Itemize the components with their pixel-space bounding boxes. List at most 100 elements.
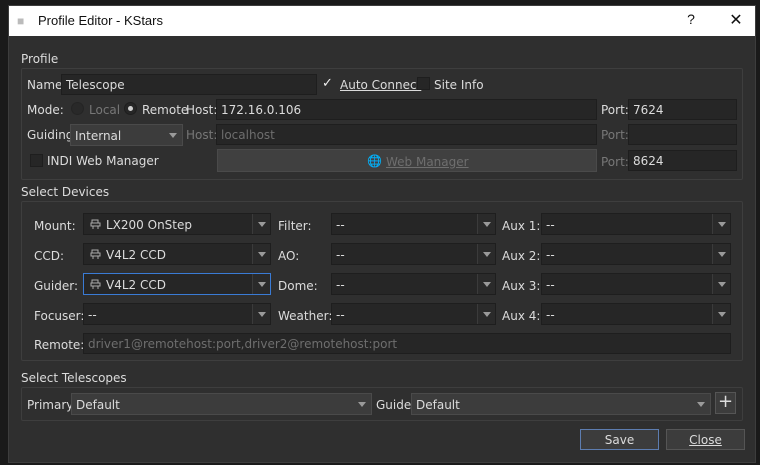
chevron-down-icon bbox=[692, 394, 710, 414]
web-port-input[interactable]: 8624 bbox=[628, 150, 737, 171]
auto-connect-label: Auto Connect bbox=[340, 78, 422, 92]
aux2-select[interactable]: -- bbox=[541, 243, 731, 265]
guide-port-label: Port: bbox=[601, 128, 629, 142]
guiding-select[interactable]: Internal bbox=[70, 124, 183, 146]
guide-telescope-label: Guide: bbox=[376, 398, 416, 412]
aux3-label: Aux 3: bbox=[502, 279, 541, 293]
window-title: Profile Editor - KStars bbox=[38, 13, 163, 28]
port-input[interactable]: 7624 bbox=[628, 99, 737, 120]
guiding-value: Internal bbox=[75, 129, 122, 143]
chevron-down-icon bbox=[252, 214, 270, 234]
devices-section-title: Select Devices bbox=[21, 185, 110, 199]
guide-telescope-select[interactable]: Default bbox=[411, 393, 711, 415]
chevron-down-icon bbox=[252, 304, 270, 324]
guide-host-input[interactable]: localhost bbox=[216, 124, 597, 145]
ccd-label: CCD: bbox=[34, 249, 65, 263]
web-manager-label: Web Manager bbox=[386, 155, 469, 169]
ccd-select[interactable]: V4L2 CCD bbox=[83, 243, 271, 265]
focuser-select[interactable]: -- bbox=[83, 303, 271, 325]
telescopes-section-title: Select Telescopes bbox=[21, 371, 127, 385]
ao-select[interactable]: -- bbox=[331, 243, 496, 265]
telescope-icon bbox=[90, 279, 101, 289]
filter-value: -- bbox=[336, 218, 345, 232]
profile-editor-window: ■ Profile Editor - KStars ? ✕ Profile Na… bbox=[8, 5, 756, 463]
aux3-select[interactable]: -- bbox=[541, 273, 731, 295]
weather-select[interactable]: -- bbox=[331, 303, 496, 325]
filter-select[interactable]: -- bbox=[331, 213, 496, 235]
aux4-label: Aux 4: bbox=[502, 309, 541, 323]
mount-label: Mount: bbox=[34, 219, 76, 233]
chevron-down-icon bbox=[477, 304, 495, 324]
aux1-select[interactable]: -- bbox=[541, 213, 731, 235]
chevron-down-icon bbox=[252, 274, 270, 294]
telescope-icon bbox=[90, 219, 101, 229]
chevron-down-icon bbox=[712, 244, 730, 264]
indi-web-manager-checkbox[interactable] bbox=[30, 154, 43, 167]
save-button[interactable]: Save bbox=[580, 429, 659, 450]
guide-telescope-value: Default bbox=[416, 398, 460, 412]
primary-label: Primary: bbox=[27, 398, 77, 412]
chevron-down-icon bbox=[712, 304, 730, 324]
filter-label: Filter: bbox=[278, 219, 312, 233]
indi-web-manager-label: INDI Web Manager bbox=[47, 154, 159, 168]
weather-value: -- bbox=[336, 308, 345, 322]
title-bar: ■ Profile Editor - KStars ? ✕ bbox=[9, 6, 755, 36]
help-button[interactable]: ? bbox=[681, 11, 701, 31]
aux1-label: Aux 1: bbox=[502, 219, 541, 233]
ccd-value: V4L2 CCD bbox=[106, 248, 166, 262]
dome-value: -- bbox=[336, 278, 345, 292]
remote-label: Remote: bbox=[34, 338, 85, 352]
aux4-value: -- bbox=[546, 308, 555, 322]
mount-select[interactable]: LX200 OnStep bbox=[83, 213, 271, 235]
close-label: Close bbox=[689, 433, 722, 447]
primary-telescope-select[interactable]: Default bbox=[71, 393, 372, 415]
focuser-value: -- bbox=[88, 308, 97, 322]
chevron-down-icon bbox=[477, 244, 495, 264]
mode-remote-label: Remote bbox=[142, 103, 189, 117]
chevron-down-icon bbox=[712, 214, 730, 234]
aux1-value: -- bbox=[546, 218, 555, 232]
ao-label: AO: bbox=[278, 249, 300, 263]
aux3-value: -- bbox=[546, 278, 555, 292]
chevron-down-icon bbox=[164, 125, 182, 145]
dome-select[interactable]: -- bbox=[331, 273, 496, 295]
guide-host-label: Host: bbox=[186, 128, 218, 142]
auto-connect-checkbox[interactable]: ✓ bbox=[322, 76, 333, 91]
telescope-icon bbox=[90, 249, 101, 259]
aux2-value: -- bbox=[546, 248, 555, 262]
chevron-down-icon bbox=[712, 274, 730, 294]
guide-port-input[interactable] bbox=[628, 124, 737, 145]
profile-section-title: Profile bbox=[21, 52, 59, 66]
kstars-app-icon: ■ bbox=[17, 14, 25, 28]
guider-label: Guider: bbox=[34, 279, 79, 293]
ao-value: -- bbox=[336, 248, 345, 262]
guider-select[interactable]: V4L2 CCD bbox=[83, 273, 271, 295]
web-manager-button[interactable]: 🌐 Web Manager bbox=[217, 149, 597, 172]
add-telescope-button[interactable]: + bbox=[715, 392, 736, 414]
site-info-label: Site Info bbox=[434, 78, 484, 92]
dome-label: Dome: bbox=[278, 279, 318, 293]
mode-local-label: Local bbox=[89, 103, 121, 117]
aux2-label: Aux 2: bbox=[502, 249, 541, 263]
name-input[interactable]: Telescope bbox=[61, 74, 317, 95]
chevron-down-icon bbox=[252, 244, 270, 264]
close-window-button[interactable]: ✕ bbox=[725, 10, 747, 32]
focuser-label: Focuser: bbox=[34, 309, 85, 323]
save-label: Save bbox=[604, 433, 635, 447]
weather-label: Weather: bbox=[278, 309, 333, 323]
mode-label: Mode: bbox=[27, 103, 64, 117]
aux4-select[interactable]: -- bbox=[541, 303, 731, 325]
port-label: Port: bbox=[601, 103, 629, 117]
primary-telescope-value: Default bbox=[76, 398, 120, 412]
mode-local-radio[interactable] bbox=[71, 102, 84, 115]
web-port-label: Port: bbox=[601, 155, 629, 169]
site-info-checkbox[interactable] bbox=[417, 77, 430, 90]
remote-drivers-input[interactable]: driver1@remotehost:port,driver2@remoteho… bbox=[83, 333, 731, 354]
close-button[interactable]: Close bbox=[666, 429, 745, 450]
chevron-down-icon bbox=[353, 394, 371, 414]
mode-remote-radio[interactable] bbox=[124, 102, 137, 115]
globe-icon: 🌐 bbox=[367, 154, 382, 168]
guider-value: V4L2 CCD bbox=[106, 278, 166, 292]
chevron-down-icon bbox=[477, 214, 495, 234]
host-input[interactable]: 172.16.0.106 bbox=[216, 99, 597, 120]
